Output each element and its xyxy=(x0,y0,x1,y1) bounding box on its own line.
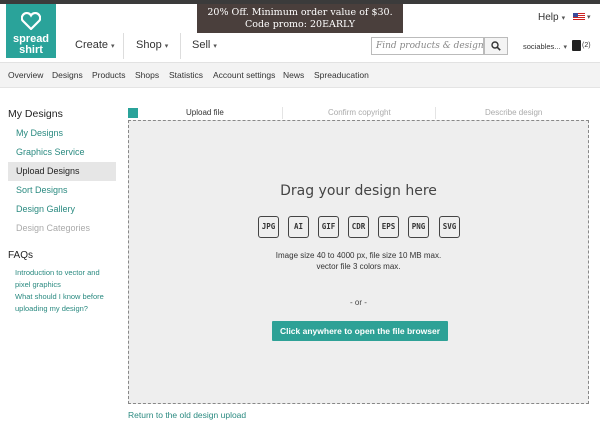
nav-create-label: Create xyxy=(75,39,109,51)
chevron-down-icon: ▾ xyxy=(164,43,169,50)
spreadshirt-logo[interactable]: spread shirt xyxy=(6,4,56,58)
help-menu[interactable]: Help ▾ xyxy=(538,12,565,23)
faq-link-line: pixel graphics xyxy=(15,280,61,289)
subnav-account-settings[interactable]: Account settings xyxy=(213,70,275,80)
cdr-format-icon: CDR xyxy=(348,216,369,238)
open-file-browser-button[interactable]: Click anywhere to open the file browser xyxy=(272,321,448,341)
step-divider xyxy=(282,107,283,119)
nav-create[interactable]: Create ▾ xyxy=(75,39,115,51)
nav-divider xyxy=(123,33,124,59)
subnav-spreaducation[interactable]: Spreaducation xyxy=(314,70,369,80)
subnav-news[interactable]: News xyxy=(283,70,304,80)
step-upload-file: Upload file xyxy=(186,108,224,117)
nav-shop[interactable]: Shop ▾ xyxy=(136,39,168,51)
faq-link-before-upload[interactable]: What should I know before uploading my d… xyxy=(15,291,104,315)
help-label: Help xyxy=(538,12,559,23)
faq-title: FAQs xyxy=(8,250,34,261)
png-format-icon: PNG xyxy=(408,216,429,238)
chevron-down-icon: ▾ xyxy=(111,43,115,50)
nav-sell[interactable]: Sell ▾ xyxy=(192,39,217,51)
search-icon xyxy=(491,41,501,51)
cart-count[interactable]: (2) xyxy=(582,42,591,49)
subnav-designs[interactable]: Designs xyxy=(52,70,83,80)
step-describe-design: Describe design xyxy=(485,108,543,117)
drag-heading: Drag your design here xyxy=(280,183,437,199)
subnav-shops[interactable]: Shops xyxy=(135,70,159,80)
promo-banner[interactable]: 20% Off. Minimum order value of $30. Cod… xyxy=(197,4,403,33)
chevron-down-icon: ▾ xyxy=(563,44,568,51)
faq-link-vector-pixel[interactable]: Introduction to vector and pixel graphic… xyxy=(15,267,100,291)
sidebar-item-design-categories: Design Categories xyxy=(16,223,91,233)
sidebar-title: My Designs xyxy=(8,108,63,120)
promo-line1: 20% Off. Minimum order value of $30. xyxy=(207,7,393,18)
upload-steps: Upload file Confirm copyright Describe d… xyxy=(128,107,589,119)
old-upload-link[interactable]: Return to the old design upload xyxy=(128,410,246,420)
nav-shop-label: Shop xyxy=(136,39,162,51)
eps-format-icon: EPS xyxy=(378,216,399,238)
jpg-format-icon: JPG xyxy=(258,216,279,238)
search-button[interactable] xyxy=(484,37,508,55)
nav-divider xyxy=(180,33,181,59)
step-divider xyxy=(435,107,436,119)
ai-format-icon: AI xyxy=(288,216,309,238)
sidebar-item-sort-designs[interactable]: Sort Designs xyxy=(16,185,68,195)
promo-line2: Code promo: 20EARLY xyxy=(244,19,355,30)
nav-sell-label: Sell xyxy=(192,39,211,51)
heart-logo-icon xyxy=(21,12,41,30)
svg-format-icon: SVG xyxy=(439,216,460,238)
subnav-overview[interactable]: Overview xyxy=(8,70,43,80)
upload-requirements: Image size 40 to 4000 px, file size 10 M… xyxy=(275,251,442,260)
faq-link-line: Introduction to vector and xyxy=(15,268,100,277)
gif-format-icon: GIF xyxy=(318,216,339,238)
step-confirm-copyright: Confirm copyright xyxy=(328,108,391,117)
upload-requirements-vector: vector file 3 colors max. xyxy=(316,262,401,271)
subnav-products[interactable]: Products xyxy=(92,70,126,80)
sidebar-item-graphics-service[interactable]: Graphics Service xyxy=(16,147,85,157)
shopping-bag-icon[interactable] xyxy=(572,40,581,51)
faq-link-line: What should I know before xyxy=(15,292,104,301)
logo-text-line2: shirt xyxy=(19,44,43,56)
sidebar-item-design-gallery[interactable]: Design Gallery xyxy=(16,204,75,214)
current-step-marker xyxy=(128,108,138,118)
sidebar-item-upload-designs[interactable]: Upload Designs xyxy=(16,166,80,176)
sub-navigation: Overview Designs Products Shops Statisti… xyxy=(0,63,600,88)
account-menu[interactable]: sociables... ▾ xyxy=(523,42,567,51)
faq-link-line: uploading my design? xyxy=(15,304,88,313)
upload-dropzone[interactable]: Drag your design here JPG AI GIF CDR EPS… xyxy=(128,120,589,404)
or-separator: - or - xyxy=(350,298,367,307)
subnav-statistics[interactable]: Statistics xyxy=(169,70,203,80)
username-label: sociables... xyxy=(523,42,561,51)
chevron-down-icon: ▾ xyxy=(561,15,566,22)
chevron-down-icon: ▾ xyxy=(213,43,217,50)
sidebar-item-my-designs[interactable]: My Designs xyxy=(16,128,63,138)
us-flag-icon[interactable] xyxy=(573,13,585,21)
search-input[interactable]: Find products & designs xyxy=(371,37,484,55)
chevron-down-icon: ▾ xyxy=(587,14,591,21)
